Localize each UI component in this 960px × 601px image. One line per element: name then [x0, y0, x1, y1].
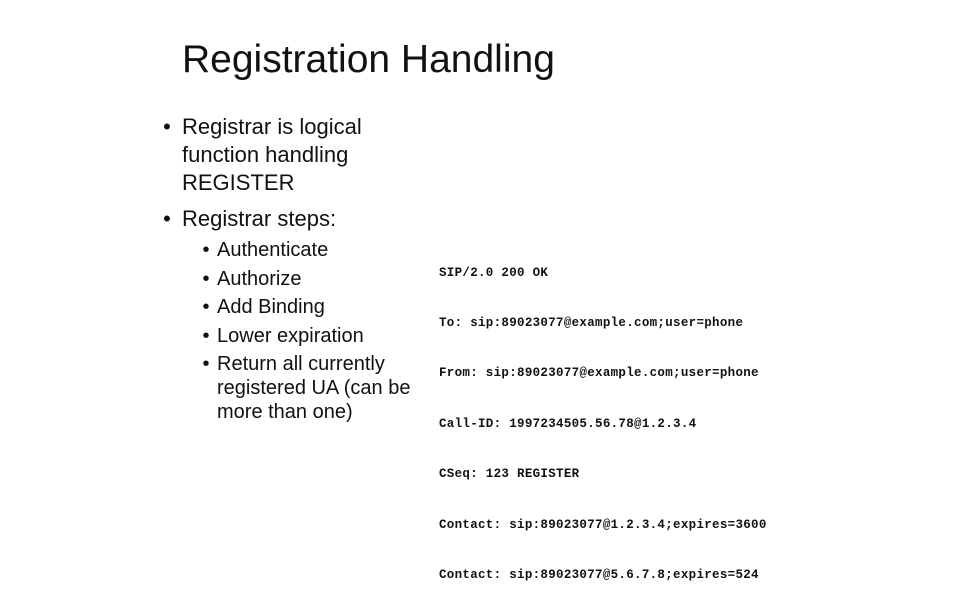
bullet-text: Registrar is logical function handling R…: [182, 114, 362, 195]
step-item: • Lower expiration: [200, 322, 430, 351]
step-item: • Authorize: [200, 265, 430, 294]
bullet-dot-icon: •: [202, 353, 210, 375]
bullet-registrar-definition: • Registrar is logical function handling…: [160, 113, 400, 197]
sip-response-message: SIP/2.0 200 OK To: sip:89023077@example.…: [439, 231, 767, 601]
bullet-dot-icon: •: [202, 239, 210, 261]
sip-header-cseq: CSeq: 123 REGISTER: [439, 467, 580, 482]
registrar-steps-list: • Authenticate • Authorize • Add Binding…: [200, 236, 430, 427]
step-item: • Return all currently registered UA (ca…: [200, 350, 430, 427]
bullet-dot-icon: •: [163, 206, 171, 231]
sip-header-call-id: Call-ID: 1997234505.56.78@1.2.3.4: [439, 416, 697, 431]
bullet-dot-icon: •: [202, 267, 210, 290]
sip-status-line: SIP/2.0 200 OK: [439, 265, 549, 280]
sip-header-contact-2: Contact: sip:89023077@5.6.7.8;expires=52…: [439, 567, 759, 582]
step-item: • Add Binding: [200, 293, 430, 322]
sip-header-contact-1: Contact: sip:89023077@1.2.3.4;expires=36…: [439, 517, 767, 532]
step-text: Return all currently registered UA (can …: [217, 353, 411, 423]
bullet-dot-icon: •: [202, 324, 210, 347]
bullet-registrar-steps: • Registrar steps:: [160, 205, 420, 233]
slide-title: Registration Handling: [182, 38, 555, 81]
sip-header-from: From: sip:89023077@example.com;user=phon…: [439, 366, 759, 381]
step-text: Add Binding: [217, 296, 325, 318]
step-text: Authorize: [217, 267, 302, 290]
bullet-dot-icon: •: [163, 114, 171, 139]
step-item: • Authenticate: [200, 236, 430, 265]
sip-header-to: To: sip:89023077@example.com;user=phone: [439, 315, 744, 330]
step-text: Lower expiration: [217, 324, 364, 347]
step-text: Authenticate: [217, 239, 329, 261]
bullet-text: Registrar steps:: [182, 206, 337, 231]
bullet-dot-icon: •: [202, 296, 210, 318]
